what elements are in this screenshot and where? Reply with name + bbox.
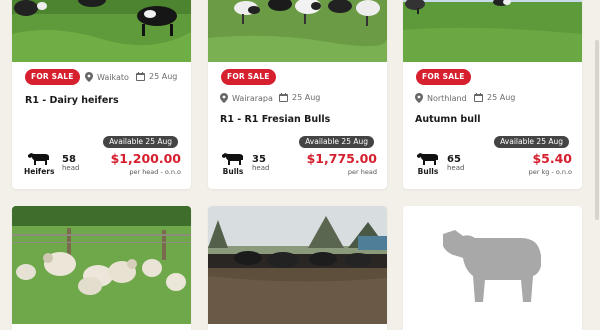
head-count: 65 head bbox=[447, 154, 465, 172]
listing-date: 25 Aug bbox=[136, 72, 177, 81]
animal-type: Bulls bbox=[218, 152, 248, 176]
cow-icon bbox=[222, 153, 243, 165]
listing-card[interactable] bbox=[12, 206, 191, 330]
for-sale-badge: FOR SALE bbox=[25, 69, 80, 85]
listing-title: R1 - Dairy heifers bbox=[25, 95, 119, 106]
cattle-yard-photo bbox=[208, 206, 387, 324]
animal-type: Heifers bbox=[24, 152, 54, 176]
listing-card[interactable]: FOR SALE Waikato 25 Aug R1 - Dairy heife… bbox=[12, 0, 191, 189]
listing-title: R1 - R1 Fresian Bulls bbox=[220, 114, 331, 125]
availability-badge: Available 25 Aug bbox=[494, 136, 569, 148]
listing-date: 25 Aug bbox=[474, 93, 515, 102]
listing-card[interactable]: FOR SALE Wairarapa 25 Aug R1 - R1 Fresia… bbox=[208, 0, 387, 189]
sheep-placeholder-icon bbox=[443, 230, 541, 302]
head-count: 35 head bbox=[252, 154, 270, 172]
listing-photo bbox=[403, 0, 582, 62]
for-sale-badge: FOR SALE bbox=[221, 69, 276, 85]
map-pin-icon bbox=[415, 93, 423, 103]
listing-price: $1,200.00 per head - o.n.o bbox=[110, 151, 181, 176]
map-pin-icon bbox=[220, 93, 228, 103]
availability-badge: Available 25 Aug bbox=[103, 136, 178, 148]
listing-title: Autumn bull bbox=[415, 114, 481, 125]
listing-card[interactable]: FOR SALE Northland 25 Aug Autumn bull Av… bbox=[403, 0, 582, 189]
calendar-icon bbox=[136, 72, 145, 81]
listing-card[interactable] bbox=[208, 206, 387, 330]
cow-icon bbox=[417, 153, 438, 165]
listing-price: $1,775.00 per head bbox=[306, 151, 377, 176]
listing-location: Northland bbox=[415, 93, 467, 103]
scrollbar-thumb[interactable] bbox=[595, 40, 599, 220]
map-pin-icon bbox=[85, 72, 93, 82]
scrollbar[interactable] bbox=[594, 0, 600, 330]
head-count: 58 head bbox=[62, 154, 80, 172]
listing-date: 25 Aug bbox=[279, 93, 320, 102]
listing-photo bbox=[12, 0, 191, 62]
listing-card[interactable] bbox=[403, 206, 582, 330]
listing-photo bbox=[208, 0, 387, 62]
calendar-icon bbox=[279, 93, 288, 102]
cow-icon bbox=[28, 153, 49, 165]
calendar-icon bbox=[474, 93, 483, 102]
listing-location: Wairarapa bbox=[220, 93, 273, 103]
availability-badge: Available 25 Aug bbox=[299, 136, 374, 148]
for-sale-badge: FOR SALE bbox=[416, 69, 471, 85]
listing-price: $5.40 per kg - o.n.o bbox=[528, 151, 572, 176]
animal-type: Bulls bbox=[413, 152, 443, 176]
sheep-photo bbox=[12, 206, 191, 324]
listing-location: Waikato bbox=[85, 72, 129, 82]
